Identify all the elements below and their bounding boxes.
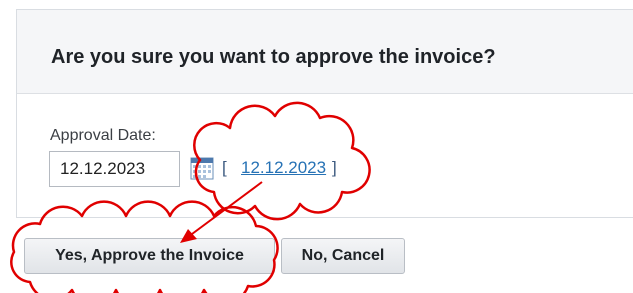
bracket-close: ]	[332, 158, 337, 177]
dialog-title: Are you sure you want to approve the inv…	[51, 46, 496, 68]
approval-date-input[interactable]	[49, 151, 180, 187]
approval-date-label: Approval Date:	[50, 127, 156, 144]
cancel-button[interactable]: No, Cancel	[281, 238, 405, 274]
bracket-open: [	[222, 158, 227, 177]
approval-date-link[interactable]: 12.12.2023	[241, 158, 326, 178]
calendar-icon[interactable]	[190, 156, 214, 180]
approve-invoice-button[interactable]: Yes, Approve the Invoice	[24, 238, 275, 274]
dialog-header: Are you sure you want to approve the inv…	[17, 10, 633, 94]
